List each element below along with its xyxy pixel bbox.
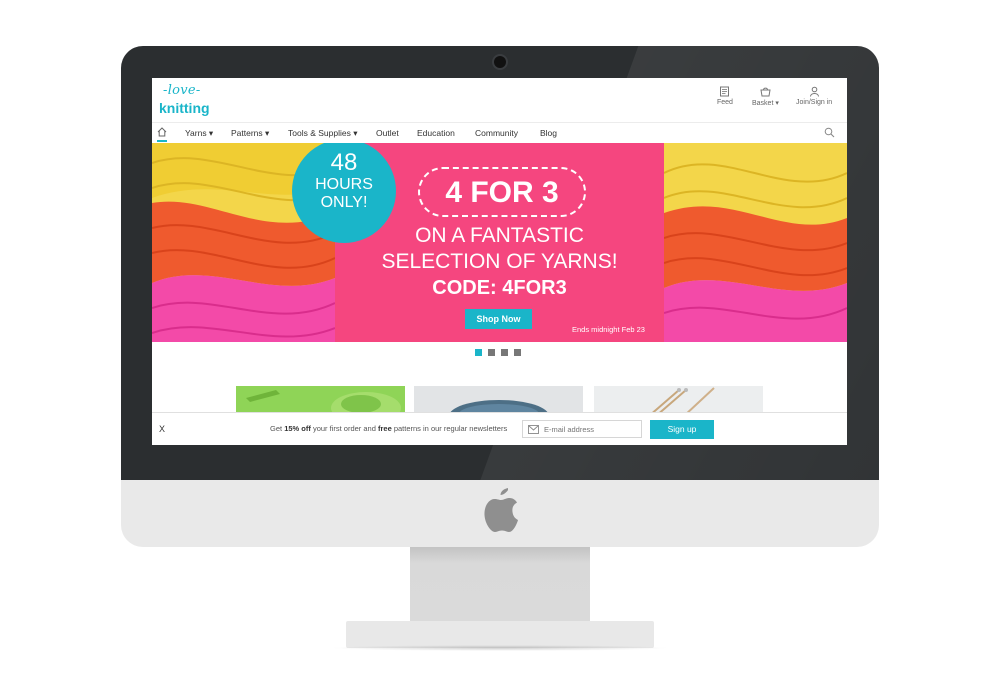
email-field-wrapper[interactable] [522,420,642,438]
carousel-dot-3[interactable] [501,349,508,356]
nav-tools-supplies[interactable]: Tools & Supplies ▾ [288,128,357,139]
shop-now-button[interactable]: Shop Now [465,309,532,329]
offer-subtitle-line2: SELECTION OF YARNS! [381,250,618,273]
nav-outlet[interactable]: Outlet [376,128,399,138]
newsletter-msg-discount: 15% off [284,424,311,433]
offer-end-date: Ends midnight Feb 23 [572,325,645,334]
yarn-image-right [664,143,847,342]
basket-label: Basket ▾ [752,100,779,107]
imac-mockup: -love- knitting Feed Basket ▾ Join/Sign … [0,0,1000,684]
nav-community[interactable]: Community [475,128,518,138]
badge-only-text: ONLY! [320,194,368,211]
website-screen: -love- knitting Feed Basket ▾ Join/Sign … [152,78,847,445]
carousel-dot-4[interactable] [514,349,521,356]
newsletter-msg-prefix: Get [270,424,285,433]
badge-hours-number: 48 [330,149,358,176]
join-signin-link[interactable]: Join/Sign in [796,86,832,106]
offer-subtitle-line1: ON A FANTASTIC [415,224,584,247]
badge-hours-text: HOURS [315,176,373,193]
basket-link[interactable]: Basket ▾ [752,86,779,107]
nav-patterns[interactable]: Patterns ▾ [231,128,269,139]
nav-blog[interactable]: Blog [540,128,557,138]
carousel-dot-1[interactable] [475,349,482,356]
feed-icon [720,86,730,97]
offer-headline: 4 FOR 3 [418,167,586,217]
main-nav: Yarns ▾ Patterns ▾ Tools & Supplies ▾ Ou… [152,123,847,143]
monitor-stand-base [346,621,654,648]
feed-link[interactable]: Feed [717,86,733,106]
newsletter-bar: X Get 15% off your first order and free … [152,412,847,445]
home-active-indicator [157,140,167,142]
hero-banner[interactable]: 48 HOURS ONLY! 4 FOR 3 ON A FANTASTIC SE… [152,143,847,342]
newsletter-msg-free: free [377,424,392,433]
nav-yarns[interactable]: Yarns ▾ [185,128,213,139]
user-icon [809,86,819,97]
newsletter-message: Get 15% off your first order and free pa… [270,424,507,433]
monitor-stand-neck [410,547,590,621]
logo-knitting-text: knitting [159,100,210,116]
signup-button[interactable]: Sign up [650,420,714,439]
home-icon[interactable] [157,127,167,137]
feed-label: Feed [717,99,733,106]
join-signin-label: Join/Sign in [796,99,833,106]
site-header: -love- knitting Feed Basket ▾ Join/Sign … [152,78,847,123]
logo-love-text: -love- [163,83,201,98]
promo-code: CODE: 4FOR3 [432,277,567,299]
newsletter-msg-suffix: patterns in our regular newsletters [391,424,508,433]
webcam [494,56,506,68]
apple-logo-icon [484,488,518,532]
email-input[interactable] [544,423,639,435]
carousel-dot-2[interactable] [488,349,495,356]
loveknitting-logo[interactable]: -love- knitting [157,82,217,120]
envelope-icon [528,425,539,434]
basket-icon [760,87,771,97]
newsletter-close-button[interactable]: X [159,424,165,434]
nav-education[interactable]: Education [417,128,455,138]
search-icon[interactable] [824,127,835,138]
newsletter-msg-mid: your first order and [310,424,378,433]
